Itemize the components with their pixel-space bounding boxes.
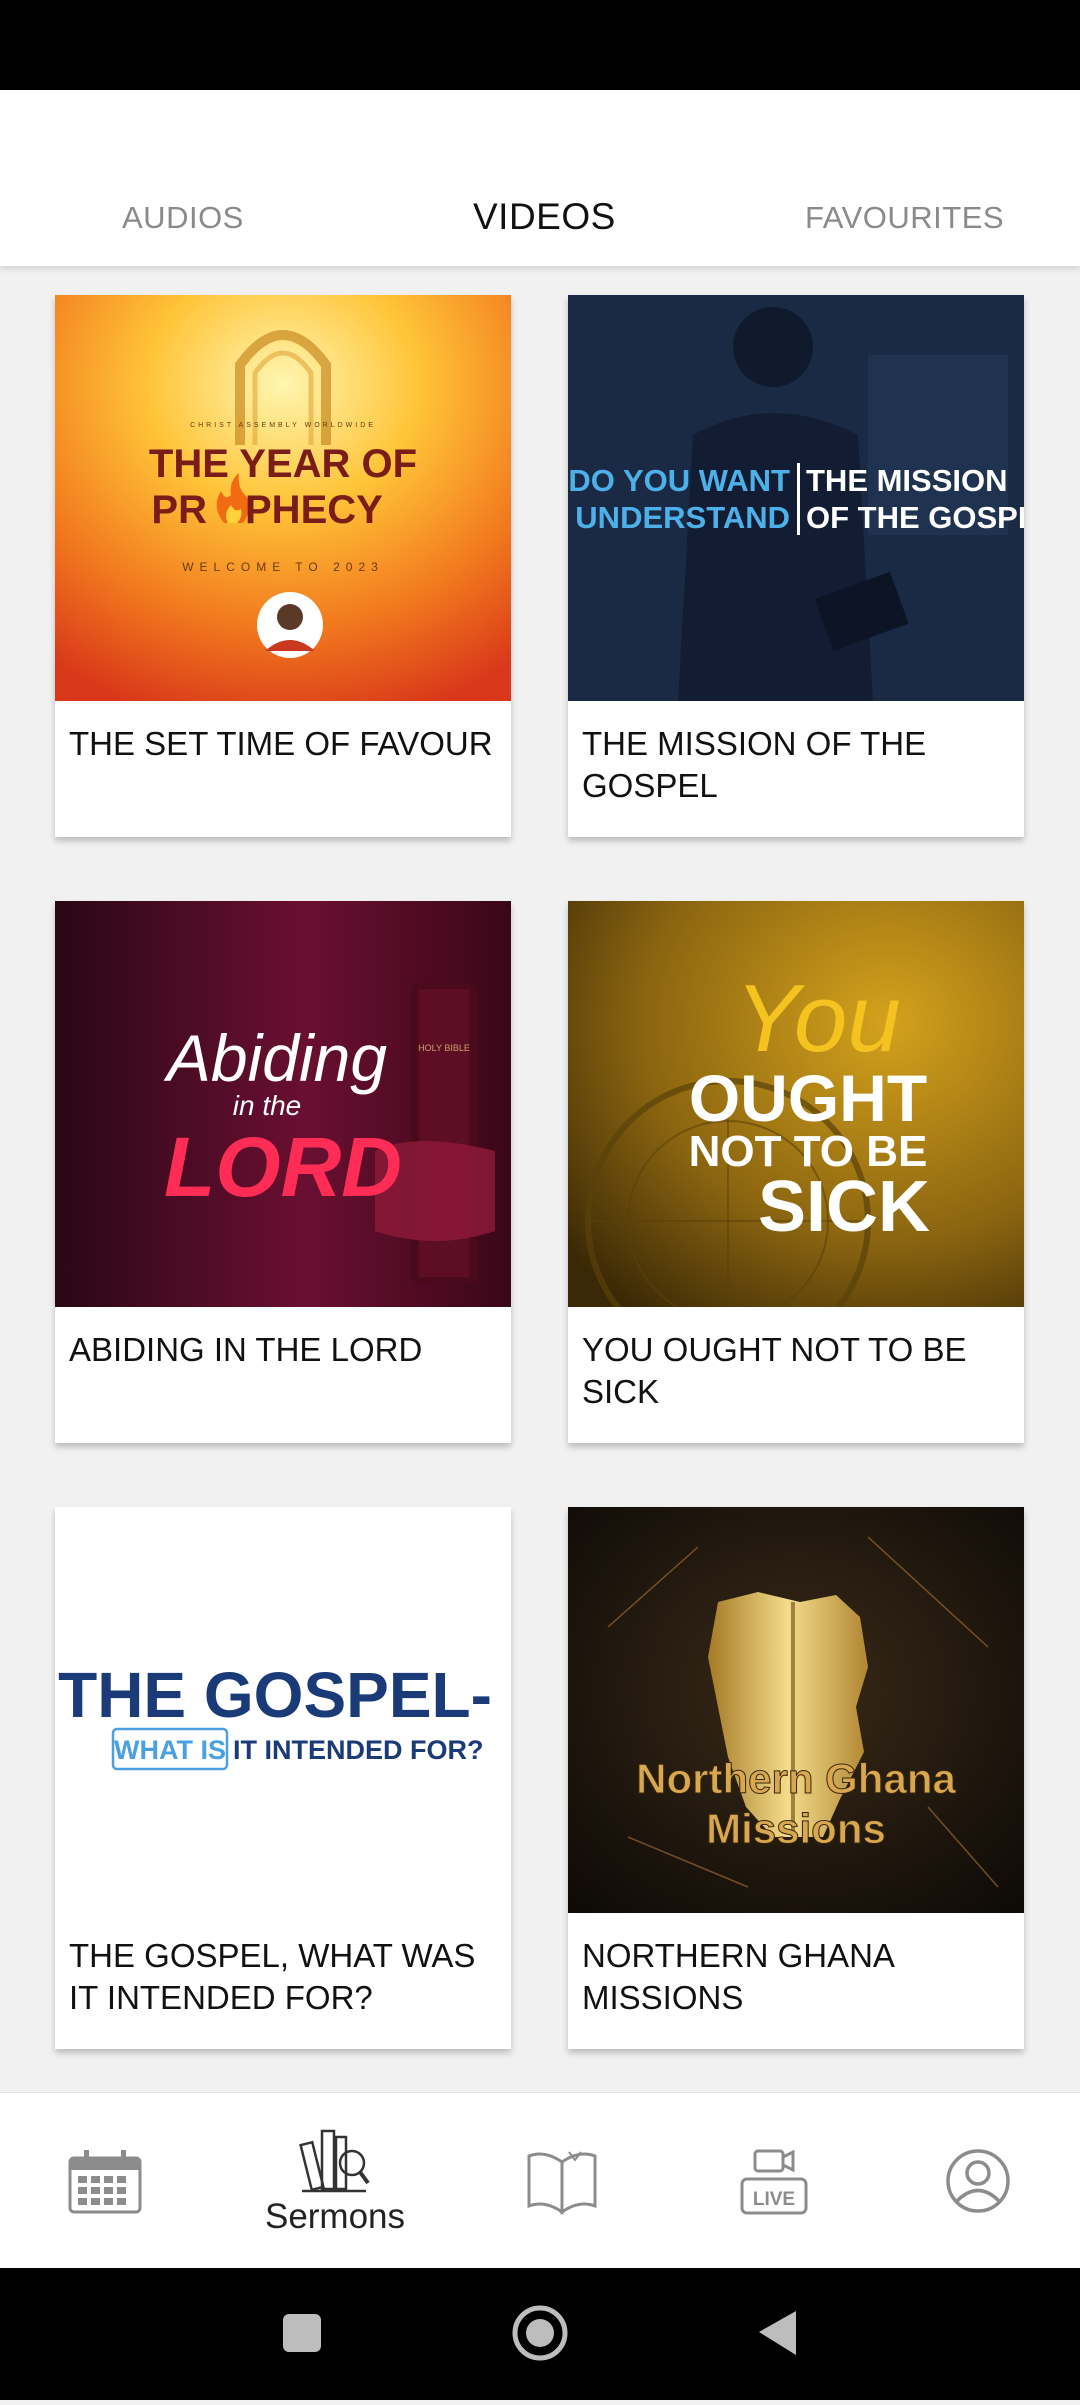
- thumb-line1: OUGHT: [689, 1061, 927, 1135]
- nav-sermons[interactable]: Sermons: [240, 2093, 430, 2269]
- thumb-line1: THE YEAR OF: [149, 442, 417, 486]
- thumb-rest: IT INTENDED FOR?: [233, 1735, 484, 1765]
- tab-audios[interactable]: AUDIOS: [122, 200, 244, 236]
- video-card[interactable]: CHRIST ASSEMBLY WORLDWIDE THE YEAR OF PR…: [55, 295, 511, 837]
- calendar-icon: [68, 2150, 142, 2214]
- profile-icon: [946, 2149, 1010, 2213]
- video-title: ABIDING IN THE LORD: [69, 1331, 423, 1368]
- video-grid: CHRIST ASSEMBLY WORLDWIDE THE YEAR OF PR…: [0, 266, 1080, 2092]
- thumb-script2: in the: [233, 1090, 302, 1121]
- thumb-script: You: [735, 965, 901, 1072]
- video-title: THE SET TIME OF FAVOUR: [69, 725, 493, 762]
- video-title: NORTHERN GHANA MISSIONS: [582, 1937, 894, 2016]
- thumb-left-line2: TO UNDERSTAND: [568, 500, 790, 535]
- thumb-line3: SICK: [758, 1167, 930, 1247]
- nav-calendar[interactable]: [55, 2093, 155, 2269]
- open-book-icon: [527, 2151, 597, 2215]
- video-thumbnail: HOLY BIBLE Abiding in the LORD: [55, 901, 511, 1307]
- nav-live[interactable]: LIVE: [724, 2093, 824, 2269]
- video-card[interactable]: You OUGHT NOT TO BE SICK YOU OUGHT NOT T…: [568, 901, 1024, 1443]
- thumb-line1: THE GOSPEL-: [58, 1659, 492, 1731]
- thumb-left-line1: DO YOU WANT: [568, 463, 790, 498]
- thumb-bold: LORD: [164, 1120, 402, 1214]
- bottom-nav: Sermons LIVE: [0, 2092, 1080, 2269]
- thumb-line2: Missions: [706, 1805, 886, 1852]
- bible-label: HOLY BIBLE: [418, 1043, 470, 1053]
- nav-profile[interactable]: [928, 2093, 1028, 2269]
- video-title: THE GOSPEL, WHAT WAS IT INTENDED FOR?: [69, 1937, 476, 2016]
- video-thumbnail: THE GOSPEL- WHAT IS IT INTENDED FOR?: [55, 1507, 511, 1913]
- system-navigation-bar: [0, 2268, 1080, 2400]
- thumb-line1: Northern Ghana: [636, 1755, 956, 1802]
- thumb-subtitle: WELCOME TO 2023: [182, 560, 384, 574]
- status-bar: [0, 0, 1080, 90]
- video-card[interactable]: Northern Ghana Missions NORTHERN GHANA M…: [568, 1507, 1024, 2049]
- video-card[interactable]: THE GOSPEL- WHAT IS IT INTENDED FOR? THE…: [55, 1507, 511, 2049]
- thumb-script1: Abiding: [163, 1021, 387, 1095]
- thumb-right-line1: THE MISSION: [806, 463, 1008, 498]
- thumb-boxed: WHAT IS: [114, 1735, 226, 1765]
- tab-favourites[interactable]: FAVOURITES: [805, 200, 1004, 236]
- tab-videos[interactable]: VIDEOS: [473, 196, 616, 238]
- video-title: YOU OUGHT NOT TO BE SICK: [582, 1331, 967, 1410]
- live-camera-icon: LIVE: [740, 2149, 808, 2215]
- tab-bar: [0, 90, 1080, 266]
- back-icon[interactable]: [759, 2311, 796, 2355]
- nav-bible[interactable]: [512, 2093, 612, 2269]
- nav-sermons-label: Sermons: [264, 2197, 406, 2236]
- thumb-small-text: CHRIST ASSEMBLY WORLDWIDE: [190, 422, 376, 429]
- video-thumbnail: DO YOU WANT TO UNDERSTAND THE MISSION OF…: [568, 295, 1024, 701]
- sermons-icon: [299, 2129, 370, 2193]
- svg-text:LIVE: LIVE: [753, 2189, 795, 2210]
- video-card[interactable]: HOLY BIBLE Abiding in the LORD ABIDING I…: [55, 901, 511, 1443]
- recents-icon[interactable]: [283, 2314, 321, 2352]
- thumb-line2: PR: [151, 488, 207, 532]
- video-card[interactable]: DO YOU WANT TO UNDERSTAND THE MISSION OF…: [568, 295, 1024, 837]
- video-thumbnail: CHRIST ASSEMBLY WORLDWIDE THE YEAR OF PR…: [55, 295, 511, 701]
- thumb-right-line2: OF THE GOSPEL?: [806, 500, 1024, 535]
- video-thumbnail: You OUGHT NOT TO BE SICK: [568, 901, 1024, 1307]
- video-thumbnail: Northern Ghana Missions: [568, 1507, 1024, 1913]
- thumb-line3: PHECY: [245, 488, 383, 532]
- video-title: THE MISSION OF THE GOSPEL: [582, 725, 927, 804]
